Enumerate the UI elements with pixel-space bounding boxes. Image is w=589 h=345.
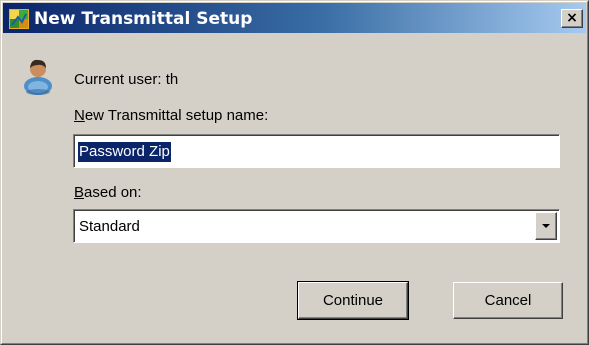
setup-name-input[interactable]: Password Zip (73, 134, 560, 168)
cancel-button[interactable]: Cancel (453, 282, 563, 319)
close-button[interactable]: × (561, 9, 583, 28)
based-on-value: Standard (79, 218, 140, 235)
transmittal-app-icon (9, 9, 29, 29)
based-on-label-text: ased on: (84, 184, 142, 201)
setup-name-label: New Transmittal setup name: (74, 107, 268, 124)
dialog-window: New Transmittal Setup × Current user: th… (0, 0, 589, 345)
access-key: N (74, 107, 85, 124)
user-person-icon (21, 56, 55, 96)
dropdown-button[interactable] (535, 212, 557, 240)
title-bar[interactable]: New Transmittal Setup × (3, 3, 586, 33)
based-on-select[interactable]: Standard (73, 209, 560, 243)
based-on-label: Based on: (74, 184, 142, 201)
access-key: B (74, 184, 85, 201)
window-title: New Transmittal Setup (34, 9, 253, 29)
close-icon: × (566, 10, 578, 26)
chevron-down-icon (542, 224, 550, 228)
setup-name-value: Password Zip (78, 142, 171, 162)
setup-name-label-text: ew Transmittal setup name: (84, 107, 269, 124)
continue-button[interactable]: Continue (297, 281, 409, 320)
current-user-label: Current user: th (74, 71, 179, 88)
